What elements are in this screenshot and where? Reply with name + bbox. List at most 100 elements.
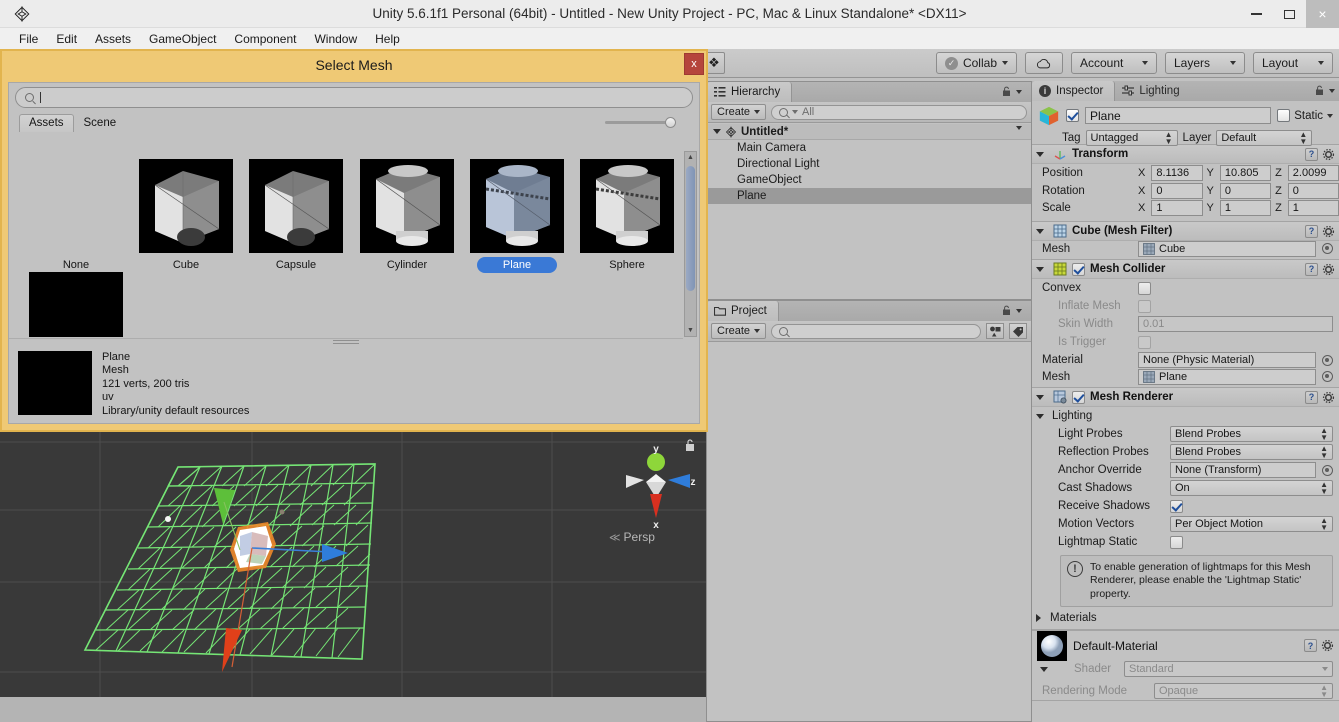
gizmo-lock-icon[interactable] [684,438,696,452]
scale-z-input[interactable]: 1 [1287,200,1339,216]
collider-material-field[interactable]: None (Physic Material) [1138,352,1316,368]
layers-button[interactable]: Layers [1165,52,1245,74]
mesh-item-none[interactable]: None [28,159,124,273]
convex-checkbox[interactable] [1138,281,1151,295]
lighting-foldout[interactable]: Lighting [1032,407,1339,425]
chevron-down-icon[interactable] [1036,151,1044,157]
mesh-collider-header[interactable]: Mesh Collider ? [1032,260,1339,279]
help-book-icon[interactable]: ? [1305,390,1318,404]
mesh-item-sphere[interactable]: Sphere [579,159,675,273]
mesh-item-cube[interactable]: Cube [138,159,234,273]
mesh-item-cylinder[interactable]: Cylinder [359,159,455,273]
shader-dropdown[interactable]: Standard [1124,661,1333,678]
chevron-down-icon[interactable] [1036,266,1044,272]
anchor-override-picker-button[interactable] [1322,464,1333,476]
account-button[interactable]: Account [1071,52,1157,74]
mesh-filter-header[interactable]: Cube (Mesh Filter) ? [1032,222,1339,241]
thumbnail-size-slider[interactable] [605,116,677,128]
layout-button[interactable]: Layout [1253,52,1333,74]
layer-dropdown[interactable]: Default ▲ ▼ [1216,130,1313,146]
hierarchy-item-plane[interactable]: Plane [707,188,1031,204]
lock-icon[interactable] [1002,86,1011,97]
tab-inspector[interactable]: i Inspector [1032,81,1116,101]
menu-gameobject[interactable]: GameObject [140,30,225,48]
tab-assets[interactable]: Assets [19,114,74,132]
position-x-input[interactable]: 8.1136 [1151,165,1203,181]
scale-y-input[interactable]: 1 [1219,200,1272,216]
mesh-renderer-header[interactable]: Mesh Renderer ? [1032,388,1339,407]
detail-splitter[interactable] [9,338,683,345]
persp-prev-icon[interactable]: ≪ [609,531,621,544]
chevron-down-icon[interactable] [1327,113,1333,118]
gear-icon[interactable] [1322,391,1335,404]
mesh-item-plane[interactable]: Plane [469,159,565,273]
cloud-button[interactable] [1025,52,1063,74]
position-y-input[interactable]: 10.805 [1219,165,1272,181]
gear-icon[interactable] [1322,148,1335,161]
scene-gizmo[interactable]: y z x ≪ Persp [609,438,696,544]
collider-mesh-field[interactable]: Plane [1138,368,1316,385]
scroll-up-arrow[interactable]: ▲ [685,152,696,163]
hierarchy-item-gameobject[interactable]: GameObject [707,172,1031,188]
menu-file[interactable]: File [10,30,47,48]
mesh-renderer-enabled-checkbox[interactable] [1072,390,1085,404]
menu-edit[interactable]: Edit [47,30,86,48]
gear-icon[interactable] [1322,263,1335,276]
lock-icon[interactable] [1002,305,1011,316]
slider-knob[interactable] [665,116,676,128]
filter-by-label-button[interactable] [1009,323,1027,339]
lightmap-static-checkbox[interactable] [1170,535,1183,549]
receive-shadows-checkbox[interactable] [1170,499,1183,513]
help-book-icon[interactable]: ? [1305,262,1318,276]
mesh-filter-picker-button[interactable] [1322,243,1333,254]
scrollbar-thumb[interactable] [686,166,695,291]
tab-scene[interactable]: Scene [74,114,127,132]
mesh-search-input[interactable] [15,87,693,108]
chevron-down-icon[interactable] [1036,228,1044,234]
close-button[interactable]: × [1306,0,1339,28]
chevron-right-icon[interactable] [1036,614,1041,623]
select-mesh-close-button[interactable]: x [684,53,704,75]
hierarchy-item-directional-light[interactable]: Directional Light [707,156,1031,172]
object-enabled-checkbox[interactable] [1066,109,1079,122]
lock-icon[interactable] [1315,85,1324,96]
mesh-grid[interactable]: None Cube Capsule Cylinder Plane Sphere [10,151,683,337]
mesh-item-row2[interactable] [28,272,124,337]
mesh-collider-enabled-checkbox[interactable] [1072,262,1085,276]
reflection-probes-dropdown[interactable]: Blend Probes ▲ ▼ [1170,444,1333,460]
anchor-override-field[interactable]: None (Transform) [1170,462,1316,478]
transform-header[interactable]: Transform ? [1032,145,1339,164]
tab-lighting[interactable]: Lighting [1115,81,1190,101]
help-book-icon[interactable]: ? [1305,224,1318,238]
chevron-down-icon[interactable] [1040,666,1048,672]
gear-icon[interactable] [1322,225,1335,238]
menu-window[interactable]: Window [305,30,366,48]
menu-assets[interactable]: Assets [86,30,140,48]
chevron-down-icon[interactable] [713,129,721,134]
tab-hierarchy[interactable]: Hierarchy [707,82,793,102]
light-probes-dropdown[interactable]: Blend Probes ▲ ▼ [1170,426,1333,442]
hierarchy-item-main-camera[interactable]: Main Camera [707,140,1031,156]
maximize-button[interactable] [1273,0,1306,28]
collider-material-picker-button[interactable] [1322,354,1333,366]
mesh-grid-scrollbar[interactable]: ▲ ▼ [684,151,697,337]
project-search-input[interactable] [771,323,981,339]
hierarchy-scene-root[interactable]: Untitled* [707,124,1031,140]
rendering-mode-dropdown[interactable]: Opaque ▲ ▼ [1154,683,1333,700]
materials-foldout[interactable]: Materials [1032,611,1339,629]
persp-label[interactable]: Persp [624,530,655,544]
static-checkbox[interactable] [1277,109,1291,122]
scale-x-input[interactable]: 1 [1151,200,1203,216]
scroll-down-arrow[interactable]: ▼ [685,325,696,336]
chevron-down-icon[interactable] [1036,413,1044,419]
hierarchy-search-input[interactable]: All [771,104,1027,120]
hierarchy-create-button[interactable]: Create [711,104,767,120]
filter-by-type-button[interactable] [986,323,1004,339]
scene-view[interactable]: y z x ≪ Persp [0,432,706,697]
material-header[interactable]: Default-Material ? [1032,630,1339,661]
help-book-icon[interactable]: ? [1304,639,1317,653]
hierarchy-scene-menu[interactable] [1016,126,1027,130]
object-name-input[interactable]: Plane [1085,107,1272,124]
hierarchy-tree[interactable]: Untitled* Main Camera Directional Light … [707,124,1031,299]
position-z-input[interactable]: 2.0099 [1287,165,1339,181]
